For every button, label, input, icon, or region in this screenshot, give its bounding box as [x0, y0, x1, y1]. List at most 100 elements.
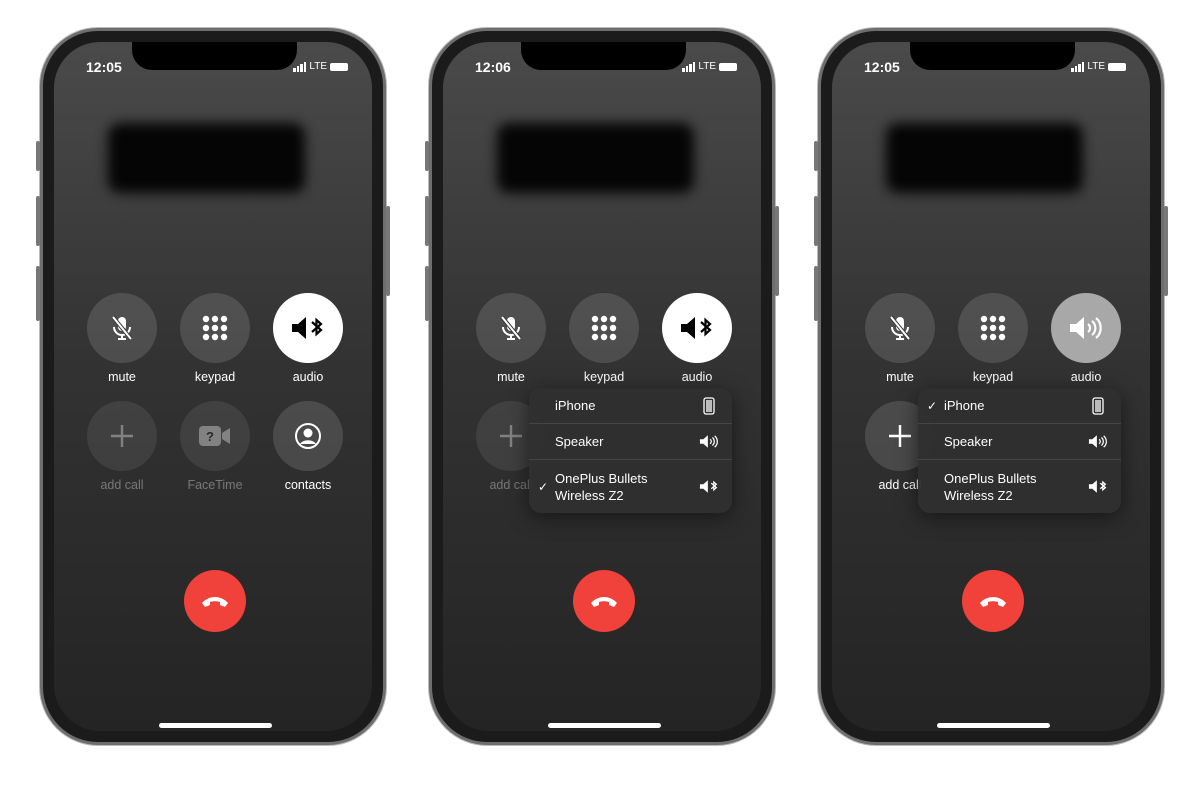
- button-label: audio: [681, 370, 713, 384]
- end-call-icon: [589, 593, 619, 609]
- signal-icon: [682, 61, 696, 72]
- label-line: Wireless Z2: [944, 487, 1013, 503]
- button-label: mute: [886, 370, 914, 384]
- button-label: mute: [497, 370, 525, 384]
- button-label: add call: [100, 478, 144, 492]
- audio-button[interactable]: [662, 293, 732, 363]
- side-button: [36, 266, 40, 321]
- button-label: audio: [1070, 370, 1102, 384]
- side-button: [425, 196, 429, 246]
- speaker-bluetooth-icon: [1087, 478, 1109, 495]
- status-bar: LTE: [293, 61, 348, 72]
- network-label: LTE: [1087, 61, 1105, 72]
- button-label: keypad: [583, 370, 625, 384]
- button-label: FaceTime: [187, 478, 243, 492]
- side-button: [814, 266, 818, 321]
- end-call-icon: [978, 593, 1008, 609]
- phone-3: 12:05 LTE mute keypad audio add call ✓ iPhone Sp…: [814, 28, 1168, 745]
- keypad-icon: [200, 313, 230, 343]
- label-line: OnePlus Bullets: [555, 470, 648, 486]
- checkmark-icon: ✓: [538, 479, 549, 494]
- end-call-button[interactable]: [184, 570, 246, 632]
- status-bar: LTE: [1071, 61, 1126, 72]
- menu-item-label: Speaker: [555, 434, 604, 449]
- side-button: [425, 141, 429, 171]
- menu-item-speaker-bluetooth[interactable]: OnePlus Bullets Wireless Z2: [918, 460, 1121, 513]
- audio-button[interactable]: [273, 293, 343, 363]
- mic-slash-icon: [496, 313, 526, 343]
- notch: [910, 42, 1075, 70]
- speaker-bluetooth-icon: [678, 313, 716, 343]
- speaker-bluetooth-icon: [698, 478, 720, 495]
- speaker-bluetooth-icon: [289, 313, 327, 343]
- notch: [132, 42, 297, 70]
- status-time: 12:05: [864, 59, 900, 75]
- menu-item-label: Speaker: [944, 434, 993, 449]
- keypad-icon: [589, 313, 619, 343]
- notch: [521, 42, 686, 70]
- keypad-button[interactable]: [180, 293, 250, 363]
- status-time: 12:06: [475, 59, 511, 75]
- mute-button[interactable]: [87, 293, 157, 363]
- power-button: [775, 206, 779, 296]
- mute-button[interactable]: [865, 293, 935, 363]
- button-label: audio: [292, 370, 324, 384]
- battery-icon: [719, 62, 737, 71]
- button-label: mute: [108, 370, 136, 384]
- caller-name-redacted: [108, 123, 305, 193]
- menu-item-speaker[interactable]: Speaker: [918, 424, 1121, 460]
- iphone-icon: [698, 396, 720, 415]
- label-line: Wireless Z2: [555, 487, 624, 503]
- contacts-icon: [293, 421, 323, 451]
- menu-item-label: iPhone: [555, 398, 596, 413]
- mic-slash-icon: [107, 313, 137, 343]
- button-label: keypad: [194, 370, 236, 384]
- home-indicator[interactable]: [159, 723, 272, 728]
- menu-item-iphone[interactable]: iPhone: [529, 388, 732, 424]
- end-call-button[interactable]: [962, 570, 1024, 632]
- end-call-button[interactable]: [573, 570, 635, 632]
- call-screen: 12:05 LTE mute keypad audio add call ✓ iPhone Sp…: [832, 42, 1150, 731]
- plus-icon: [108, 422, 136, 450]
- checkmark-icon: ✓: [927, 398, 938, 413]
- side-button: [814, 141, 818, 171]
- caller-name-redacted: [497, 123, 694, 193]
- keypad-icon: [978, 313, 1008, 343]
- button-label: keypad: [972, 370, 1014, 384]
- end-call-icon: [200, 593, 230, 609]
- home-indicator[interactable]: [548, 723, 661, 728]
- add-call-button[interactable]: [87, 401, 157, 471]
- label-line: OnePlus Bullets: [944, 470, 1037, 486]
- menu-item-label: OnePlus Bullets Wireless Z2: [944, 470, 1087, 504]
- status-time: 12:05: [86, 59, 122, 75]
- home-indicator[interactable]: [937, 723, 1050, 728]
- power-button: [1164, 206, 1168, 296]
- phone-2: 12:06 LTE mute keypad audio add call iPhone Spe…: [425, 28, 779, 745]
- keypad-button[interactable]: [958, 293, 1028, 363]
- audio-route-menu: ✓ iPhone Speaker OnePlus Bullets Wireless Z2: [918, 388, 1121, 513]
- audio-button[interactable]: [1051, 293, 1121, 363]
- mute-button[interactable]: [476, 293, 546, 363]
- network-label: LTE: [309, 61, 327, 72]
- speaker-icon: [1087, 433, 1109, 450]
- contacts-button[interactable]: [273, 401, 343, 471]
- status-bar: LTE: [682, 61, 737, 72]
- phone-1: 12:05 LTE mute keypad audio add call? FaceTime…: [36, 28, 390, 745]
- signal-icon: [1071, 61, 1085, 72]
- call-screen: 12:05 LTE mute keypad audio add call? FaceTime…: [54, 42, 372, 731]
- side-button: [814, 196, 818, 246]
- power-button: [386, 206, 390, 296]
- svg-text:?: ?: [206, 429, 214, 444]
- facetime-button[interactable]: ?: [180, 401, 250, 471]
- plus-icon: [886, 422, 914, 450]
- battery-icon: [330, 62, 348, 71]
- menu-item-label: iPhone: [944, 398, 985, 413]
- speaker-icon: [1067, 313, 1105, 343]
- menu-item-iphone[interactable]: ✓ iPhone: [918, 388, 1121, 424]
- audio-route-menu: iPhone Speaker ✓ OnePlus Bullets Wireless Z2: [529, 388, 732, 513]
- keypad-button[interactable]: [569, 293, 639, 363]
- menu-item-speaker[interactable]: Speaker: [529, 424, 732, 460]
- iphone-icon: [1087, 396, 1109, 415]
- menu-item-speaker-bluetooth[interactable]: ✓ OnePlus Bullets Wireless Z2: [529, 460, 732, 513]
- side-button: [36, 196, 40, 246]
